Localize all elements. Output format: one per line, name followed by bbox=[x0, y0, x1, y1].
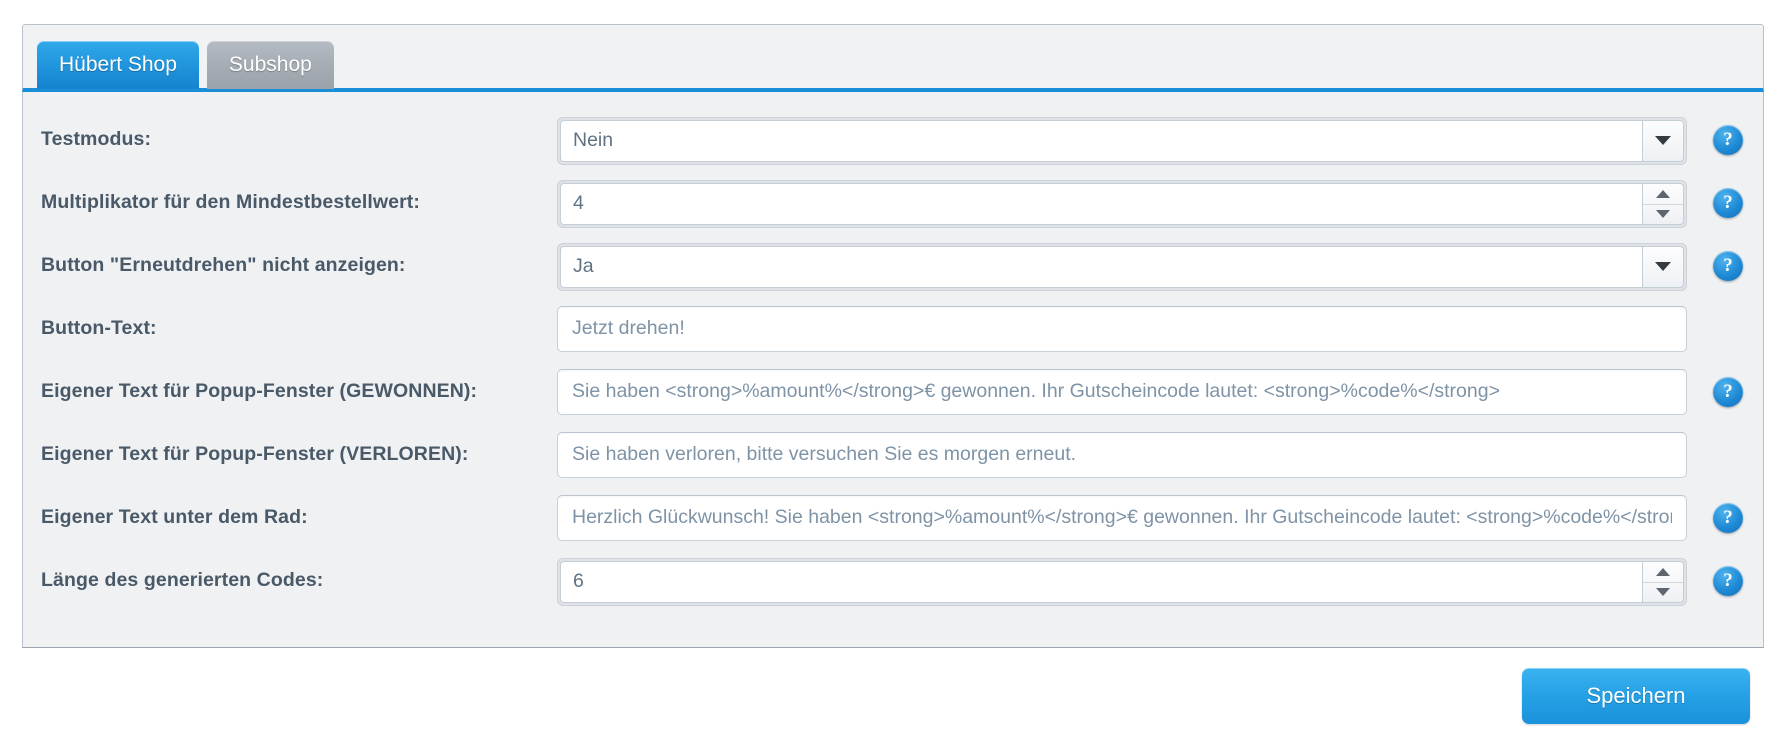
input-value: Nein bbox=[573, 129, 614, 151]
input-value: Ja bbox=[573, 255, 594, 277]
field-label-text-unter-dem-rad: Eigener Text unter dem Rad: bbox=[41, 506, 308, 528]
number-stepper-multiplikator-mindestbestellwert[interactable]: 4 bbox=[557, 179, 1687, 228]
help-column: ? bbox=[1687, 250, 1767, 281]
tab-subshop[interactable]: Subshop bbox=[206, 41, 334, 89]
stepper-decrement-button[interactable] bbox=[1643, 203, 1683, 224]
form-row-multiplikator-mindestbestellwert: Multiplikator für den Mindestbestellwert… bbox=[23, 171, 1763, 234]
field-wrapper-popup-text-verloren: Sie haben verloren, bitte versuchen Sie … bbox=[557, 431, 1687, 478]
help-icon[interactable]: ? bbox=[1713, 187, 1743, 218]
field-label-popup-text-gewonnen: Eigener Text für Popup-Fenster (GEWONNEN… bbox=[41, 380, 478, 402]
field-label-button-text: Button-Text: bbox=[41, 317, 157, 339]
form-row-testmodus: Testmodus: Nein? bbox=[23, 108, 1763, 171]
dropdown-toggle-button[interactable] bbox=[1642, 119, 1684, 162]
input-value: Sie haben verloren, bitte versuchen Sie … bbox=[572, 443, 1077, 465]
caret-down-icon bbox=[1656, 210, 1670, 218]
field-label-laenge-generierter-code: Länge des generierten Codes: bbox=[41, 569, 324, 591]
form-footer: Speichern bbox=[22, 660, 1764, 732]
input-value: Jetzt drehen! bbox=[572, 317, 685, 339]
form-row-button-text: Button-Text: Jetzt drehen! bbox=[23, 297, 1763, 360]
form-row-laenge-generierter-code: Länge des generierten Codes: 6? bbox=[23, 549, 1763, 612]
number-stepper-laenge-generierter-code[interactable]: 6 bbox=[557, 557, 1687, 606]
field-wrapper-laenge-generierter-code: 6 bbox=[557, 557, 1687, 606]
settings-screen: Hübert Shop Subshop Testmodus: Nein? Multi… bbox=[0, 0, 1786, 752]
help-column: ? bbox=[1687, 565, 1767, 596]
select-testmodus[interactable]: Nein bbox=[557, 116, 1687, 165]
input-value-area[interactable]: 6 bbox=[560, 560, 1642, 603]
input-value: 4 bbox=[573, 192, 584, 214]
text-input-popup-text-gewonnen[interactable]: Sie haben <strong>%amount%</strong>€ gew… bbox=[557, 368, 1687, 415]
field-wrapper-text-unter-dem-rad: Herzlich Glückwunsch! Sie haben <strong>… bbox=[557, 494, 1687, 541]
settings-panel: Testmodus: Nein? Multiplikator für den Min… bbox=[22, 92, 1764, 648]
text-input-text-unter-dem-rad[interactable]: Herzlich Glückwunsch! Sie haben <strong>… bbox=[557, 494, 1687, 541]
field-wrapper-button-erneutdrehen-nicht-anzeigen: Ja bbox=[557, 242, 1687, 291]
input-value-area[interactable]: Ja bbox=[560, 245, 1642, 288]
save-button[interactable]: Speichern bbox=[1522, 668, 1750, 724]
text-input-button-text[interactable]: Jetzt drehen! bbox=[557, 305, 1687, 352]
help-column: ? bbox=[1687, 502, 1767, 533]
help-icon[interactable]: ? bbox=[1713, 376, 1743, 407]
help-icon[interactable]: ? bbox=[1713, 502, 1743, 533]
input-value: Sie haben <strong>%amount%</strong>€ gew… bbox=[572, 380, 1500, 402]
help-placeholder bbox=[1713, 440, 1743, 470]
tab-huebert-shop[interactable]: Hübert Shop bbox=[37, 41, 199, 89]
tab-label: Hübert Shop bbox=[59, 53, 177, 76]
form-row-popup-text-gewonnen: Eigener Text für Popup-Fenster (GEWONNEN… bbox=[23, 360, 1763, 423]
help-placeholder bbox=[1713, 314, 1743, 344]
select-button-erneutdrehen-nicht-anzeigen[interactable]: Ja bbox=[557, 242, 1687, 291]
chevron-down-icon bbox=[1655, 136, 1671, 145]
field-wrapper-multiplikator-mindestbestellwert: 4 bbox=[557, 179, 1687, 228]
field-wrapper-popup-text-gewonnen: Sie haben <strong>%amount%</strong>€ gew… bbox=[557, 368, 1687, 415]
help-icon[interactable]: ? bbox=[1713, 250, 1743, 281]
field-label-button-erneutdrehen-nicht-anzeigen: Button "Erneutdrehen" nicht anzeigen: bbox=[41, 254, 406, 276]
caret-up-icon bbox=[1656, 567, 1670, 576]
field-wrapper-button-text: Jetzt drehen! bbox=[557, 305, 1687, 352]
stepper-decrement-button[interactable] bbox=[1643, 581, 1683, 602]
stepper-increment-button[interactable] bbox=[1643, 562, 1683, 582]
input-value: Herzlich Glückwunsch! Sie haben <strong>… bbox=[572, 506, 1672, 528]
input-value: 6 bbox=[573, 570, 584, 592]
help-column: ? bbox=[1687, 124, 1767, 155]
form-row-text-unter-dem-rad: Eigener Text unter dem Rad: Herzlich Glüc… bbox=[23, 486, 1763, 549]
input-value-area[interactable]: 4 bbox=[560, 182, 1642, 225]
tab-label: Subshop bbox=[228, 53, 312, 76]
help-icon[interactable]: ? bbox=[1713, 124, 1743, 155]
chevron-down-icon bbox=[1655, 262, 1671, 271]
help-column bbox=[1687, 440, 1767, 470]
caret-down-icon bbox=[1656, 588, 1670, 596]
dropdown-toggle-button[interactable] bbox=[1642, 245, 1684, 288]
stepper-buttons bbox=[1642, 560, 1684, 603]
tab-bar: Hübert Shop Subshop bbox=[22, 24, 1764, 92]
text-input-popup-text-verloren[interactable]: Sie haben verloren, bitte versuchen Sie … bbox=[557, 431, 1687, 478]
form-row-popup-text-verloren: Eigener Text für Popup-Fenster (VERLOREN… bbox=[23, 423, 1763, 486]
input-value-area[interactable]: Nein bbox=[560, 119, 1642, 162]
help-icon[interactable]: ? bbox=[1713, 565, 1743, 596]
field-label-testmodus: Testmodus: bbox=[41, 128, 152, 150]
field-label-multiplikator-mindestbestellwert: Multiplikator für den Mindestbestellwert… bbox=[41, 191, 420, 213]
help-column: ? bbox=[1687, 187, 1767, 218]
caret-up-icon bbox=[1656, 189, 1670, 198]
field-label-popup-text-verloren: Eigener Text für Popup-Fenster (VERLOREN… bbox=[41, 443, 469, 465]
field-wrapper-testmodus: Nein bbox=[557, 116, 1687, 165]
stepper-buttons bbox=[1642, 182, 1684, 225]
stepper-increment-button[interactable] bbox=[1643, 184, 1683, 204]
form-row-button-erneutdrehen-nicht-anzeigen: Button "Erneutdrehen" nicht anzeigen: Ja? bbox=[23, 234, 1763, 297]
help-column bbox=[1687, 314, 1767, 344]
help-column: ? bbox=[1687, 376, 1767, 407]
